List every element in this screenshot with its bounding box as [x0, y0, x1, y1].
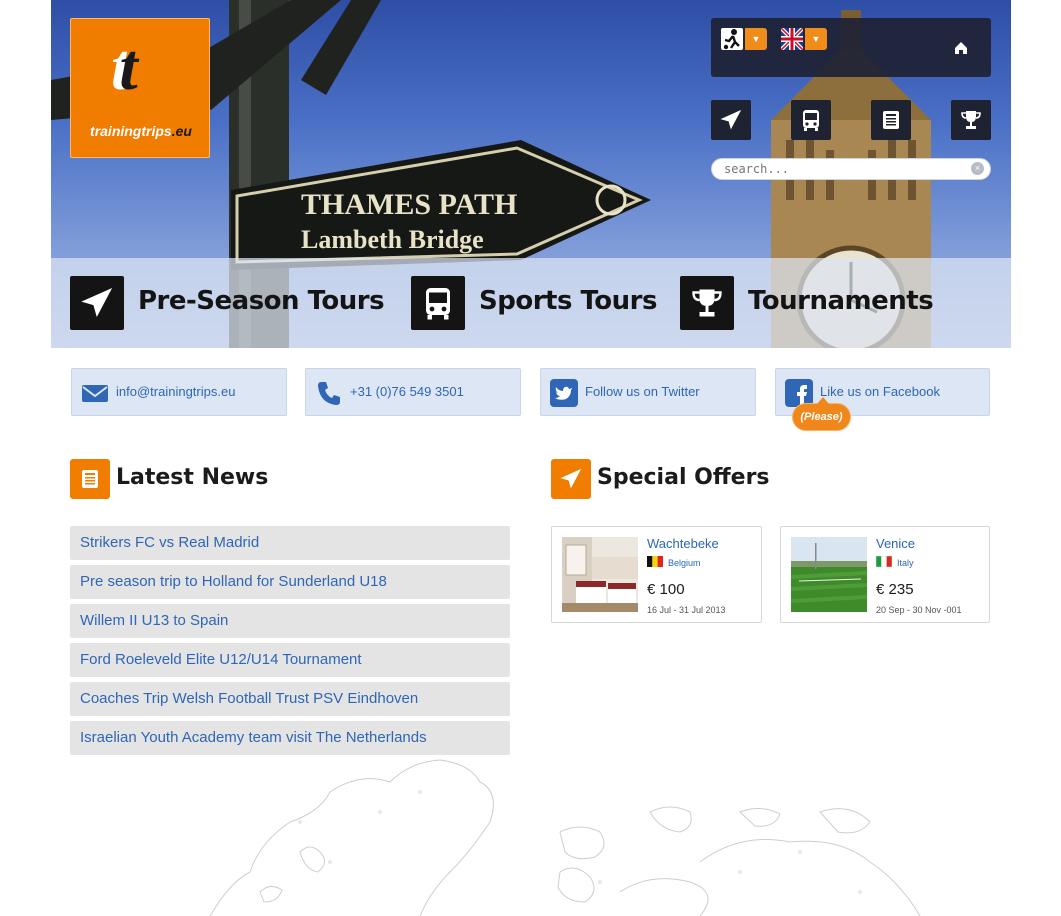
- hotel-room-photo: [562, 537, 638, 612]
- news-item[interactable]: Willem II U13 to Spain: [70, 604, 510, 638]
- offer-dates: 16 Jul - 31 Jul 2013: [647, 605, 726, 615]
- category-label: Sports Tours: [479, 286, 657, 316]
- nav-sports-tours-button[interactable]: [791, 100, 831, 140]
- news-item[interactable]: Strikers FC vs Real Madrid: [70, 526, 510, 560]
- phone-text: +31 (0)76 549 3501: [350, 384, 464, 399]
- twitter-text: Follow us on Twitter: [585, 384, 700, 399]
- logo-wordmark: trainingtrips.eu: [90, 123, 192, 139]
- offer-card[interactable]: Wachtebeke Belgium € 100 16 Jul - 31 Jul…: [551, 526, 762, 623]
- twitter-icon: [550, 379, 578, 407]
- offer-name: Wachtebeke: [647, 536, 719, 551]
- svg-text:Lambeth Bridge: Lambeth Bridge: [301, 225, 484, 254]
- bus-icon: [803, 110, 819, 131]
- airplane-icon: [720, 109, 742, 130]
- nav-tournaments-button[interactable]: [951, 100, 991, 140]
- offer-name: Venice: [876, 536, 916, 551]
- news-item[interactable]: Coaches Trip Welsh Football Trust PSV Ei…: [70, 682, 510, 716]
- newspaper-icon: [883, 111, 899, 129]
- footballer-icon: [721, 28, 743, 50]
- email-text: info@trainingtrips.eu: [116, 384, 236, 399]
- football-pitch-photo: [791, 537, 867, 612]
- offer-country: Belgium: [668, 558, 701, 568]
- world-map-illustration: [209, 759, 921, 916]
- offer-price: € 235: [876, 581, 914, 598]
- envelope-icon: [82, 385, 108, 402]
- chevron-down-icon: ▼: [805, 28, 827, 50]
- chevron-down-icon: ▼: [745, 28, 767, 50]
- airplane-icon: [70, 276, 124, 330]
- logo-mark: tt: [111, 31, 138, 104]
- hero-banner: THAMES PATH Lambeth Bridge tt trainingtr…: [51, 0, 1011, 348]
- nav-pre-season-button[interactable]: [711, 100, 751, 140]
- phone-icon: [318, 382, 340, 405]
- svg-text:THAMES PATH: THAMES PATH: [301, 188, 517, 221]
- belgium-flag-icon: [647, 556, 663, 567]
- bus-icon: [411, 276, 465, 330]
- news-item[interactable]: Israelian Youth Academy team visit The N…: [70, 721, 510, 755]
- news-item[interactable]: Ford Roeleveld Elite U12/U14 Tournament: [70, 643, 510, 677]
- offer-price: € 100: [647, 581, 685, 598]
- special-offers-heading: Special Offers: [551, 459, 811, 499]
- trophy-icon: [961, 111, 981, 129]
- site-logo[interactable]: tt trainingtrips.eu: [70, 18, 210, 158]
- offer-dates: 20 Sep - 30 Nov -001: [876, 605, 962, 615]
- header-controls: ▼ ▼: [711, 18, 991, 77]
- offer-country: Italy: [897, 558, 914, 568]
- twitter-link[interactable]: Follow us on Twitter: [540, 368, 756, 416]
- news-item[interactable]: Pre season trip to Holland for Sunderlan…: [70, 565, 510, 599]
- email-link[interactable]: info@trainingtrips.eu: [71, 368, 287, 416]
- home-icon[interactable]: [951, 38, 971, 58]
- italy-flag-icon: [876, 556, 892, 567]
- clear-search-icon[interactable]: ×: [971, 162, 984, 175]
- news-list: Strikers FC vs Real Madrid Pre season tr…: [70, 526, 510, 760]
- section-title: Special Offers: [597, 465, 770, 490]
- offer-card[interactable]: Venice Italy € 235 20 Sep - 30 Nov -001: [780, 526, 990, 623]
- trophy-icon: [680, 276, 734, 330]
- category-label: Pre-Season Tours: [138, 286, 385, 316]
- phone-link[interactable]: +31 (0)76 549 3501: [305, 368, 521, 416]
- latest-news-heading: Latest News: [70, 459, 330, 499]
- category-label: Tournaments: [748, 286, 934, 316]
- uk-flag-icon: [779, 26, 805, 52]
- section-title: Latest News: [116, 465, 269, 490]
- nav-news-button[interactable]: [871, 100, 911, 140]
- search-box: ×: [711, 158, 991, 180]
- newspaper-icon: [70, 459, 110, 499]
- airplane-icon: [551, 459, 591, 499]
- please-badge: (Please): [792, 397, 851, 431]
- search-input[interactable]: [724, 161, 964, 177]
- facebook-text: Like us on Facebook: [820, 384, 940, 399]
